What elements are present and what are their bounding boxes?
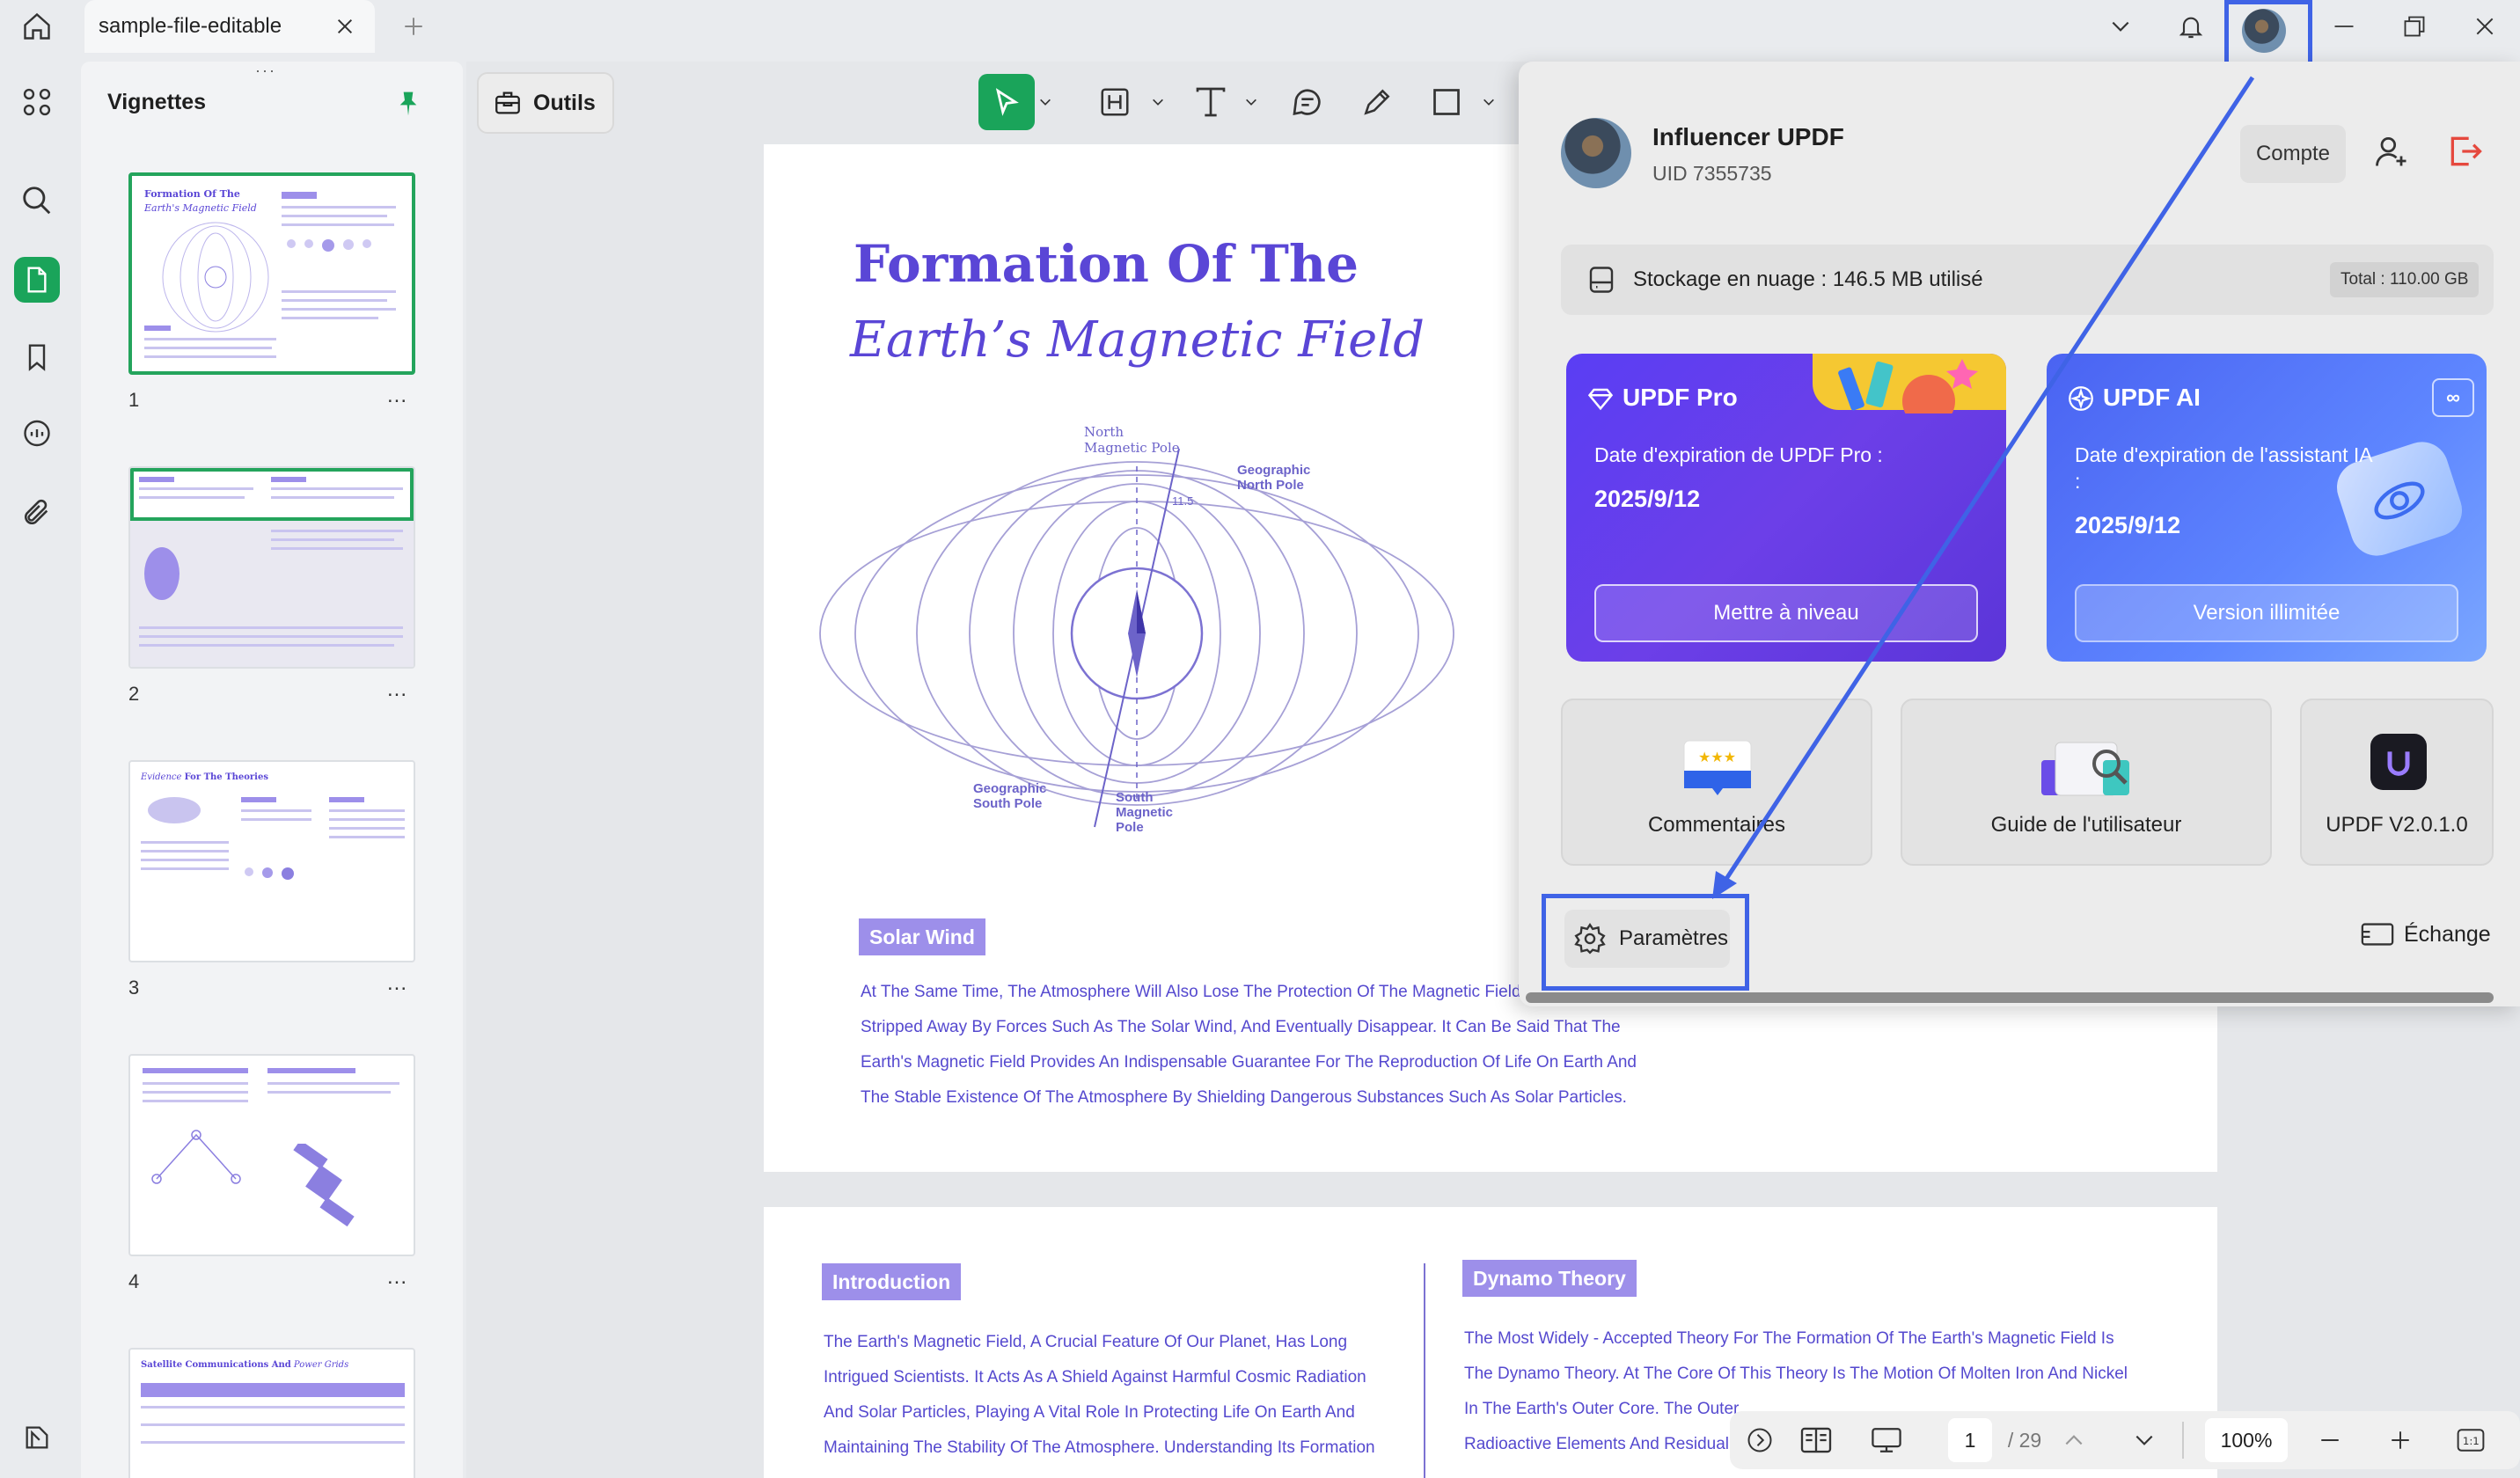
previous-page-icon[interactable]: [2054, 1420, 2094, 1460]
page-layout-icon[interactable]: [1795, 1420, 1837, 1460]
actual-size-icon[interactable]: 1:1: [2450, 1420, 2492, 1460]
zoom-level-input[interactable]: 100%: [2205, 1418, 2288, 1462]
total-pages: / 29: [2007, 1428, 2042, 1452]
presentation-icon[interactable]: [1865, 1420, 1908, 1460]
chevron-right-icon[interactable]: [1742, 1420, 1777, 1460]
next-page-icon[interactable]: [2124, 1420, 2165, 1460]
zoom-in-icon[interactable]: [2379, 1420, 2421, 1460]
page-number-input[interactable]: 1: [1948, 1418, 1992, 1462]
svg-text:1:1: 1:1: [2463, 1435, 2480, 1447]
divider: [2182, 1422, 2184, 1459]
zoom-out-icon[interactable]: [2309, 1420, 2351, 1460]
annotation-arrow: [1712, 76, 2255, 899]
